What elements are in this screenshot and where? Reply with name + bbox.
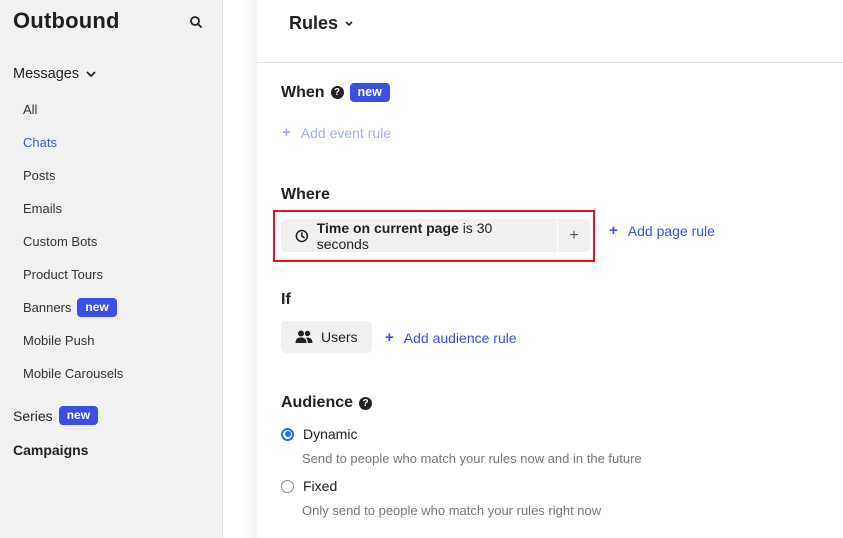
plus-icon: +: [282, 124, 291, 141]
if-label: If: [281, 291, 291, 308]
radio-label: Fixed: [303, 478, 338, 494]
rule-attribute: Time on current page: [316, 219, 459, 236]
panel-header: Rules: [257, 0, 843, 63]
sidebar-item-posts[interactable]: Posts: [23, 168, 56, 183]
sidebar-item-label: All: [23, 102, 38, 117]
sidebar: Outbound Messages All Chats Posts Emails…: [0, 0, 223, 538]
messages-label: Messages: [13, 66, 80, 82]
sidebar-item-label: Banners: [23, 300, 72, 315]
plus-icon: +: [569, 226, 579, 244]
users-chip[interactable]: Users: [281, 321, 372, 353]
add-event-rule-button[interactable]: + Add event rule: [282, 124, 391, 141]
add-event-rule-label: Add event rule: [300, 124, 392, 141]
panel-gutter: [223, 0, 257, 538]
messages-section-toggle[interactable]: Messages: [13, 66, 97, 82]
chevron-down-icon: [86, 71, 96, 78]
help-icon[interactable]: ?: [359, 396, 373, 410]
when-label: When: [281, 83, 325, 101]
rules-dropdown[interactable]: Rules: [289, 13, 354, 34]
when-section-label: When ? new: [281, 83, 390, 102]
add-audience-rule-button[interactable]: + Add audience rule: [385, 329, 517, 346]
dynamic-description: Send to people who match your rules now …: [302, 451, 642, 466]
plus-icon: +: [609, 222, 618, 239]
add-audience-rule-label: Add audience rule: [403, 329, 517, 346]
radio-label: Dynamic: [303, 426, 358, 442]
sidebar-item-label: Mobile Carousels: [23, 366, 124, 381]
where-label: Where: [281, 186, 330, 203]
sidebar-item-product-tours[interactable]: Product Tours: [23, 267, 103, 282]
sidebar-item-emails[interactable]: Emails: [23, 201, 62, 216]
sidebar-item-banners[interactable]: Banners new: [23, 298, 117, 317]
sidebar-item-mobile-carousels[interactable]: Mobile Carousels: [23, 366, 123, 381]
sidebar-item-label: Chats: [23, 135, 57, 150]
sidebar-item-all[interactable]: All: [23, 102, 37, 117]
audience-option-fixed[interactable]: Fixed: [281, 478, 337, 494]
where-section-label: Where: [281, 186, 330, 204]
search-button[interactable]: [186, 12, 206, 32]
help-icon[interactable]: ?: [330, 86, 344, 99]
series-label: Series: [13, 407, 53, 424]
rules-panel: Rules When ? new + Add event rule Where …: [257, 0, 843, 538]
sidebar-item-label: Product Tours: [23, 267, 103, 282]
chevron-down-icon: [345, 20, 353, 26]
clock-icon: [295, 229, 309, 242]
page-title: Rules: [289, 13, 339, 33]
campaigns-label: Campaigns: [13, 442, 89, 458]
new-badge: new: [77, 298, 117, 317]
new-badge: new: [349, 83, 390, 102]
add-rule-condition-button[interactable]: +: [557, 219, 590, 252]
audience-section-label: Audience ?: [281, 394, 373, 412]
sidebar-item-chats[interactable]: Chats: [23, 135, 57, 150]
sidebar-item-mobile-push[interactable]: Mobile Push: [23, 333, 95, 348]
sidebar-item-label: Custom Bots: [23, 234, 98, 249]
users-label: Users: [321, 329, 358, 345]
audience-label: Audience: [281, 394, 354, 411]
users-icon: [295, 330, 313, 343]
radio-dynamic[interactable]: [281, 427, 294, 441]
new-badge: new: [58, 406, 99, 425]
sidebar-item-custom-bots[interactable]: Custom Bots: [23, 234, 97, 249]
plus-icon: +: [385, 329, 394, 346]
page-rule-edit[interactable]: Time on current page is 30 seconds: [281, 219, 557, 252]
page-rule-chip: Time on current page is 30 seconds +: [281, 219, 590, 252]
sidebar-item-campaigns[interactable]: Campaigns: [13, 442, 88, 458]
sidebar-item-label: Posts: [23, 168, 56, 183]
fixed-description: Only send to people who match your rules…: [302, 503, 602, 518]
app-title: Outbound: [13, 8, 120, 33]
radio-fixed[interactable]: [281, 479, 294, 493]
sidebar-item-label: Mobile Push: [23, 333, 95, 348]
audience-option-dynamic[interactable]: Dynamic: [281, 426, 357, 442]
search-icon: [190, 16, 202, 28]
add-page-rule-label: Add page rule: [627, 222, 715, 239]
add-page-rule-button[interactable]: + Add page rule: [609, 222, 715, 239]
sidebar-item-series[interactable]: Series new: [13, 406, 99, 425]
sidebar-item-label: Emails: [23, 201, 63, 216]
if-section-label: If: [281, 291, 291, 309]
